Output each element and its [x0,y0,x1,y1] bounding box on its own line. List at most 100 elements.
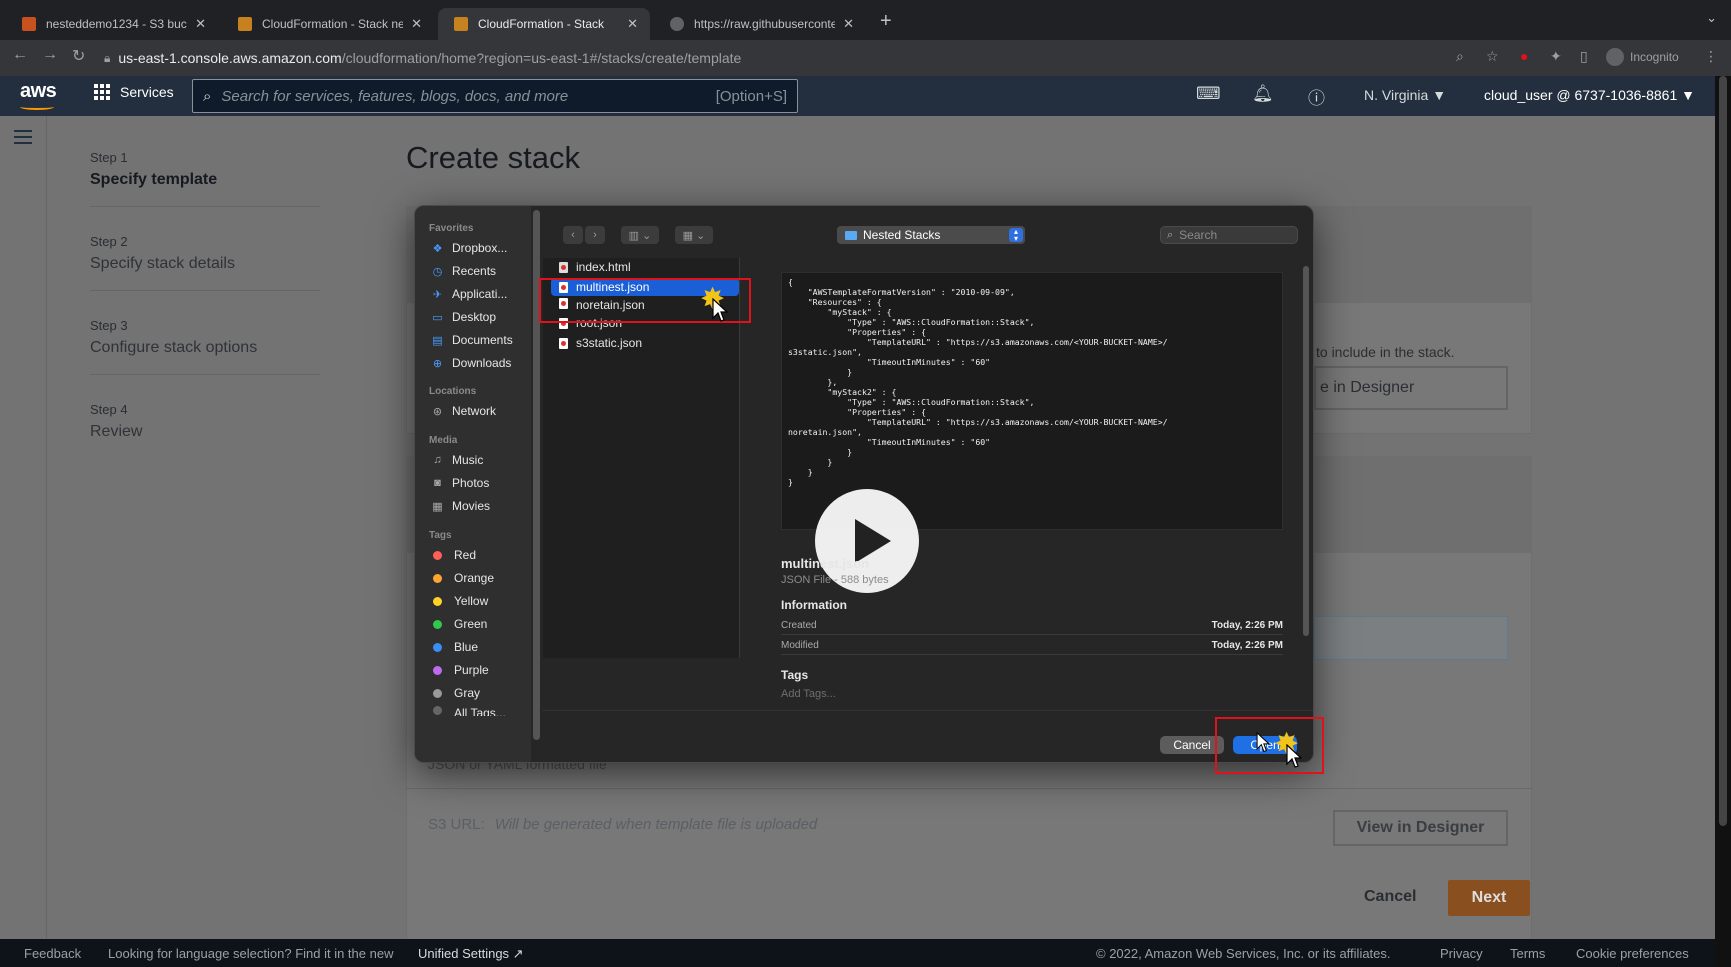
notifications-bell-icon[interactable]: 🔔︎ [1252,84,1274,104]
s3-url-row: S3 URL: Will be generated when template f… [428,816,817,833]
new-tab-plus-icon[interactable]: + [880,10,892,33]
close-tab-icon[interactable]: ✕ [411,16,422,32]
services-menu-button[interactable]: Services [94,84,174,100]
created-label: Created [781,620,817,631]
view-in-designer-button[interactable]: View in Designer [1333,810,1508,846]
step-title: Configure stack options [90,339,258,356]
sidebar-item-downloads[interactable]: ⊕ Downloads [431,356,511,370]
incognito-indicator[interactable]: Incognito [1606,48,1679,66]
wizard-step-3[interactable]: Step 3 Configure stack options [90,318,257,357]
tag-dot-icon [433,573,442,583]
aws-logo[interactable]: aws [20,80,57,110]
incognito-avatar-icon [1606,48,1624,66]
hamburger-menu-icon[interactable] [14,130,32,148]
tag-all-tags[interactable]: All Tags... [431,706,506,716]
add-tags-input[interactable]: Add Tags... [781,688,836,700]
close-tab-icon[interactable]: ✕ [843,16,854,32]
tag-label: Green [454,617,488,631]
sidebar-item-network[interactable]: ⊛ Network [431,404,496,418]
finder-toolbar: ‹ › ▥ ⌄ ▦ ⌄ [563,226,713,244]
finder-sidebar: Favorites ❖ Dropbox... ◷ Recents ✈ Applicat… [415,206,531,762]
terms-link[interactable]: Terms [1510,946,1545,961]
tag-blue[interactable]: Blue [431,640,478,654]
browser-tab-github-raw[interactable]: https://raw.githubuserconten ✕ [654,8,866,40]
lock-icon: 🔒︎ [104,50,111,65]
reload-icon[interactable]: ↻ [72,46,85,66]
sidebar-item-dropbox[interactable]: ❖ Dropbox... [431,241,508,255]
unified-settings-link[interactable]: Unified Settings ↗ [418,946,524,962]
browser-tab-cloudformation-active[interactable]: CloudFormation - Stack ✕ [438,8,650,40]
step-number: Step 1 [90,150,128,165]
create-in-designer-button[interactable]: e in Designer [1314,366,1508,410]
finder-search-input[interactable]: ⌕ Search [1160,226,1298,244]
tag-yellow[interactable]: Yellow [431,594,488,608]
tag-label: All Tags... [454,706,506,716]
location-label: Nested Stacks [863,228,941,242]
sidebar-item-music[interactable]: ♫ Music [431,453,483,467]
film-icon: ▦ [432,500,443,513]
back-chevron-icon[interactable]: ‹ [563,226,583,244]
address-bar[interactable]: 🔒︎ us-east-1.console.aws.amazon.com /clo… [104,44,1604,72]
preview-tags-heading: Tags [781,668,809,682]
file-row-index-html[interactable]: index.html [551,260,739,274]
tag-purple[interactable]: Purple [431,663,489,677]
cancel-button[interactable]: Cancel [1364,888,1416,906]
sidebar-item-documents[interactable]: ▤ Documents [431,333,512,347]
forward-arrow-icon[interactable]: → [42,46,58,64]
help-icon[interactable]: ⓘ [1308,84,1325,109]
tab-title: nesteddemo1234 - S3 bucket [46,17,187,31]
tab-search-chevron-icon[interactable]: ⌄ [1706,10,1717,26]
close-tab-icon[interactable]: ✕ [195,16,206,32]
wizard-step-4[interactable]: Step 4 Review [90,402,142,441]
scrollbar-thumb[interactable] [1719,76,1727,826]
wizard-step-1[interactable]: Step 1 Specify template [90,150,217,189]
page-scrollbar[interactable] [1715,76,1731,967]
next-button[interactable]: Next [1448,880,1530,916]
feedback-link[interactable]: Feedback [24,946,81,961]
zoom-icon[interactable]: ⌕ [1456,48,1464,65]
back-arrow-icon[interactable]: ← [12,46,28,64]
browser-tab-s3[interactable]: nesteddemo1234 - S3 bucket ✕ [6,8,218,40]
dropbox-icon: ❖ [432,242,443,255]
camera-icon: ◙ [434,477,441,489]
sidebar-item-desktop[interactable]: ▭ Desktop [431,310,496,324]
cloudshell-icon[interactable]: ⌨ [1196,84,1221,104]
upload-file-input[interactable] [1314,616,1508,660]
download-icon: ⊕ [432,357,443,370]
region-selector[interactable]: N. Virginia ▼ [1364,87,1446,103]
browser-tab-cloudformation-nested[interactable]: CloudFormation - Stack neste ✕ [222,8,434,40]
file-row-s3static-json[interactable]: s3static.json [551,334,739,352]
location-popup[interactable]: Nested Stacks ▴ ▾ [837,226,1025,244]
preview-scrollbar[interactable] [1303,266,1309,636]
sidebar-item-photos[interactable]: ◙ Photos [431,476,489,490]
modified-row: Modified Today, 2:26 PM [781,640,1283,651]
wizard-step-2[interactable]: Step 2 Specify stack details [90,234,235,273]
tag-green[interactable]: Green [431,617,487,631]
browser-menu-icon[interactable]: ⋮ [1704,48,1718,65]
aws-search-input[interactable]: ⌕ Search for services, features, blogs, … [192,79,798,113]
json-file-icon [559,337,568,349]
side-panel-icon[interactable]: ▯ [1580,48,1588,65]
forward-chevron-icon[interactable]: › [585,226,605,244]
account-menu[interactable]: cloud_user @ 6737-1036-8861 ▼ [1484,87,1695,103]
view-columns-icon[interactable]: ▥ ⌄ [621,226,659,244]
tag-dot-icon [433,706,442,715]
sidebar-item-label: Recents [452,264,497,278]
sidebar-item-movies[interactable]: ▦ Movies [431,499,490,513]
sidebar-item-applications[interactable]: ✈ Applicati... [431,287,507,301]
tag-label: Gray [454,686,481,700]
view-grid-icon[interactable]: ▦ ⌄ [675,226,713,244]
extensions-puzzle-icon[interactable]: ✦ [1550,48,1562,65]
tag-red[interactable]: Red [431,548,476,562]
incognito-label: Incognito [1630,50,1679,64]
sidebar-item-recents[interactable]: ◷ Recents [431,264,496,278]
close-tab-icon[interactable]: ✕ [627,16,638,32]
privacy-link[interactable]: Privacy [1440,946,1483,961]
modified-value: Today, 2:26 PM [1211,640,1283,651]
tag-gray[interactable]: Gray [431,686,480,700]
cookie-preferences-link[interactable]: Cookie preferences [1576,946,1689,961]
sidebar-item-label: Network [452,404,497,418]
bookmark-star-icon[interactable]: ☆ [1486,48,1499,65]
tag-orange[interactable]: Orange [431,571,494,585]
extension-record-icon[interactable]: ● [1520,48,1528,64]
